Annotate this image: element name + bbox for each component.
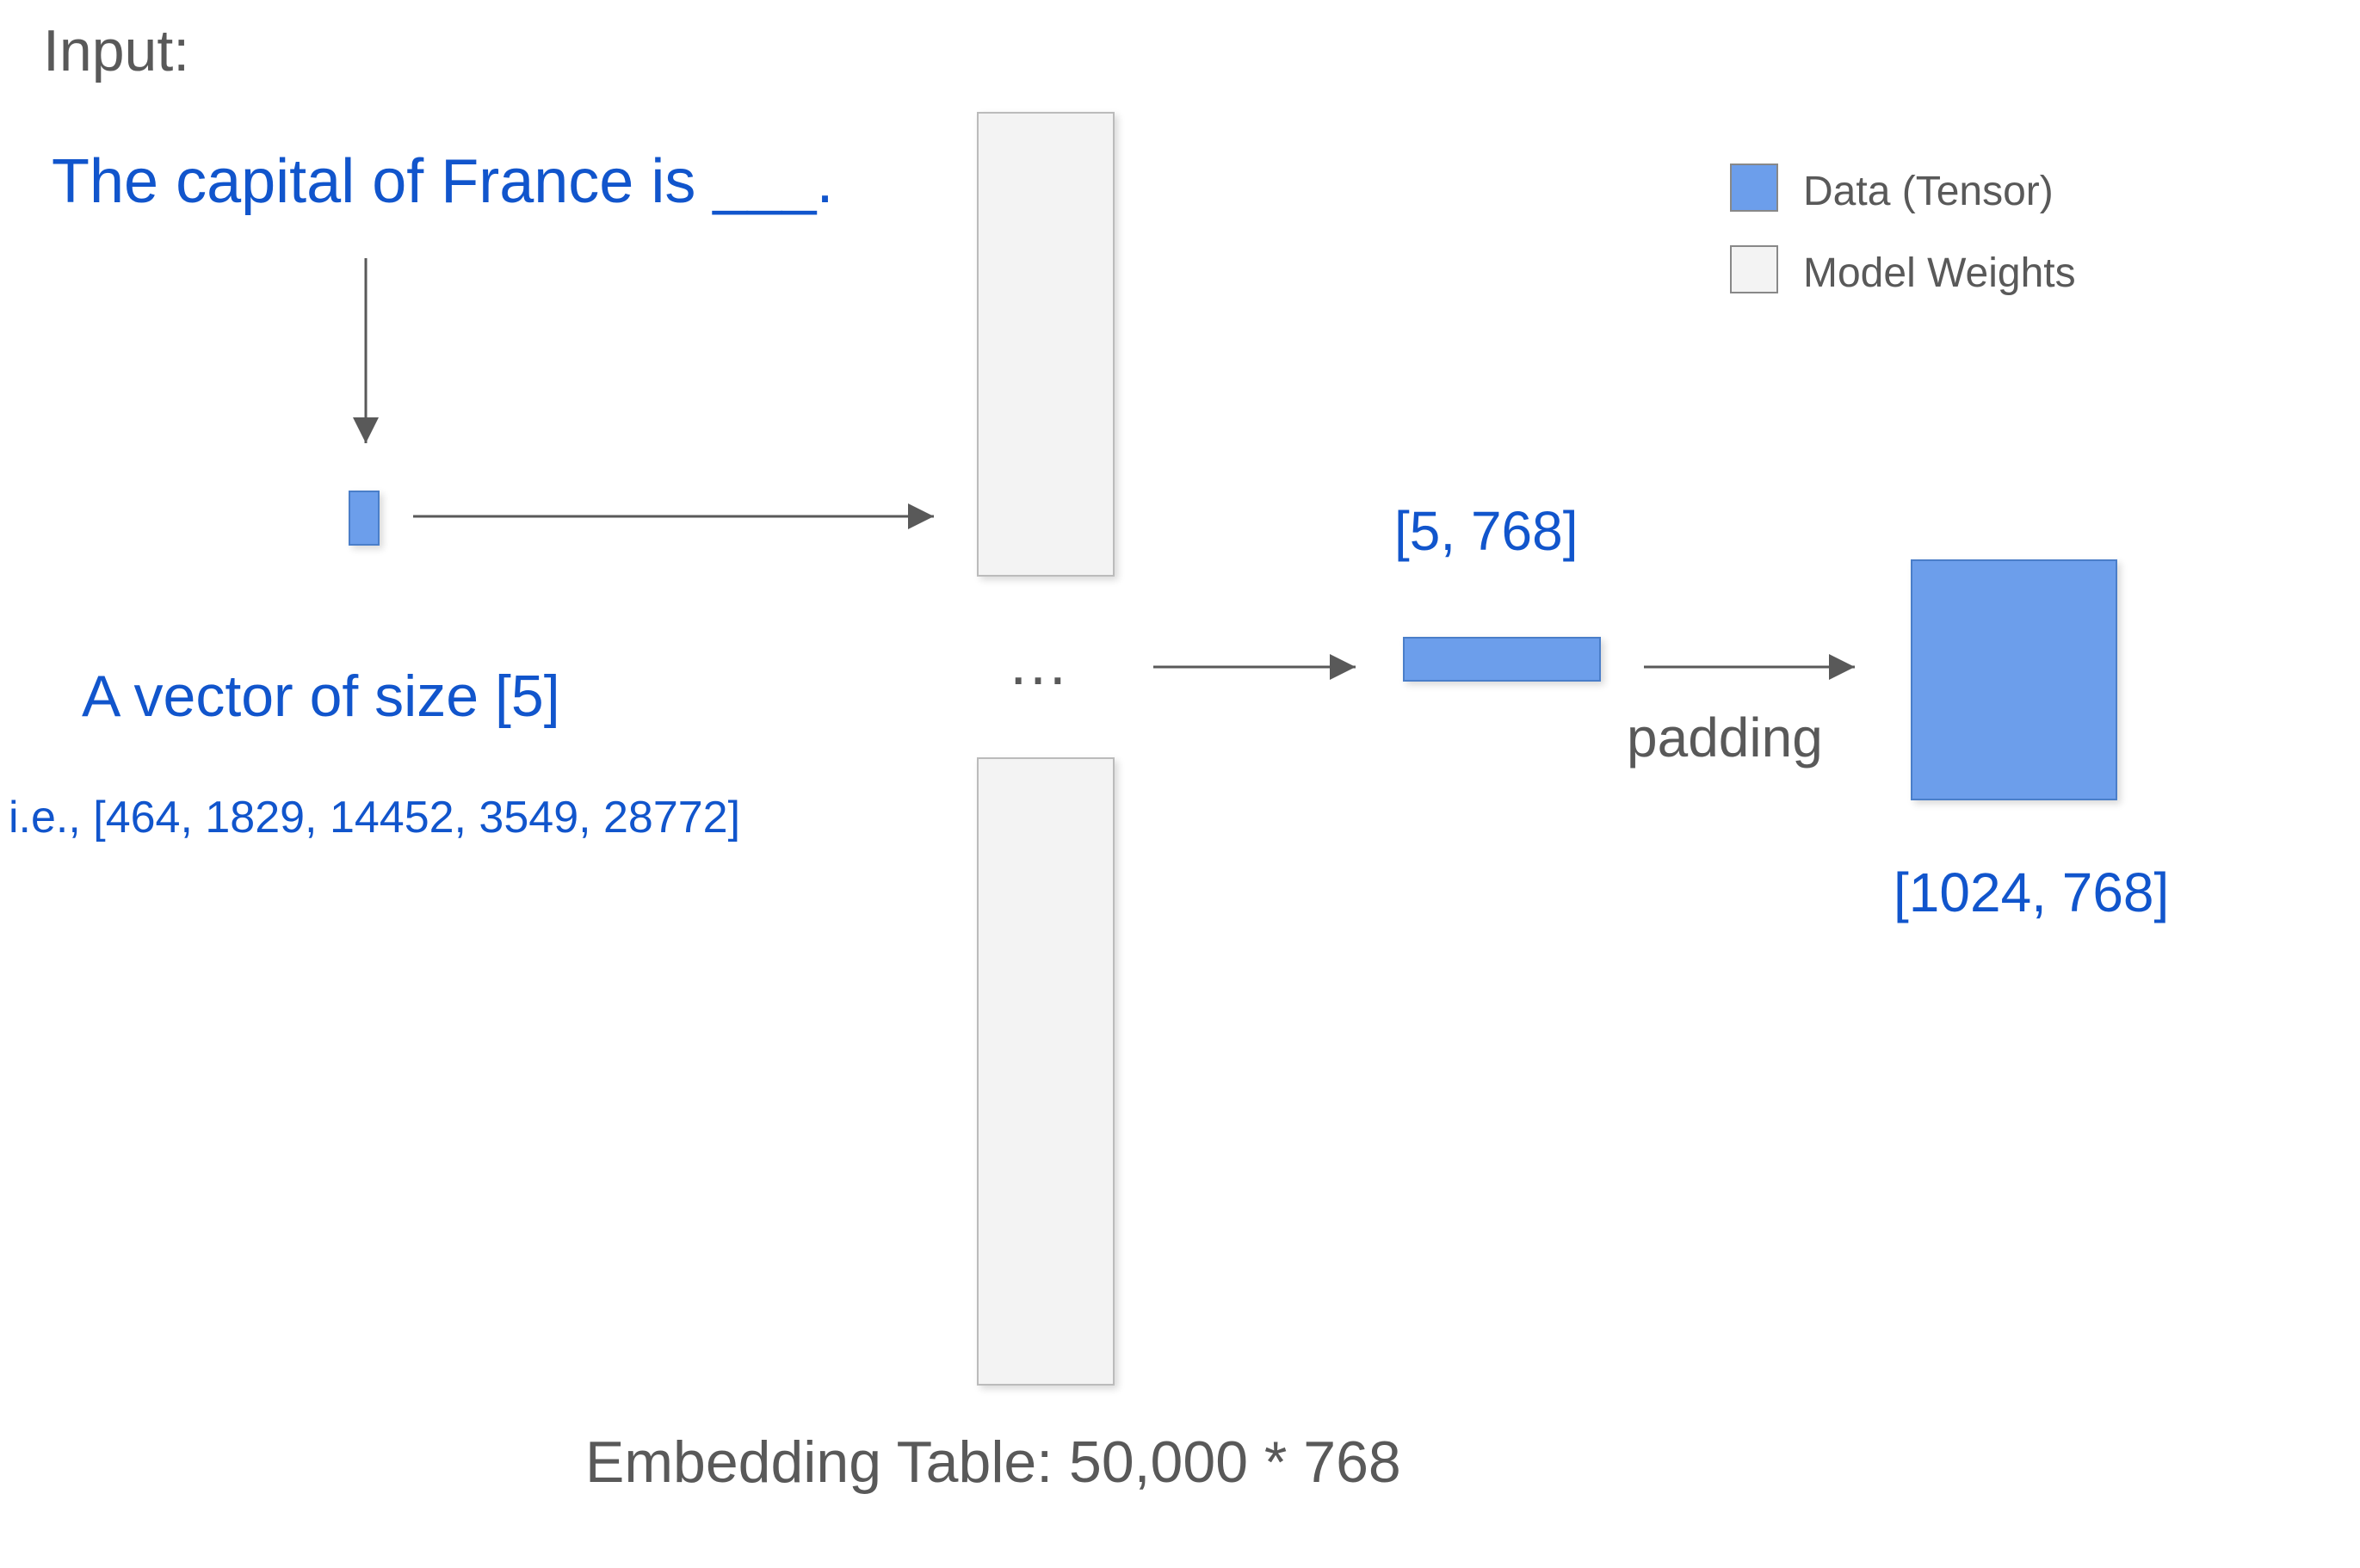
embedding-column-bottom — [977, 757, 1115, 1386]
legend-data-label: Data (Tensor) — [1803, 168, 2054, 215]
arrow-tensor-to-padded — [1644, 654, 1868, 680]
vector-example-text: i.e., [464, 1829, 14452, 3549, 28772] — [9, 792, 740, 843]
vector-box — [349, 491, 380, 546]
legend-weights-label: Model Weights — [1803, 250, 2076, 297]
tensor-5-768-box — [1403, 637, 1601, 682]
padding-label: padding — [1627, 706, 1823, 769]
input-sentence-text: The capital of France is ___. — [52, 146, 833, 217]
legend-swatch-weights — [1730, 245, 1778, 293]
arrow-sentence-to-vector — [353, 258, 379, 456]
embedding-table-caption: Embedding Table: 50,000 * 768 — [585, 1429, 1401, 1496]
tensor-1024-768-label: [1024, 768] — [1894, 861, 2169, 924]
tensor-1024-768-box — [1911, 559, 2117, 800]
embedding-ellipsis: … — [1007, 628, 1069, 699]
arrow-embedding-to-tensor — [1153, 654, 1368, 680]
input-header-label: Input: — [43, 17, 189, 84]
tensor-5-768-label: [5, 768] — [1394, 499, 1578, 563]
vector-size-label: A vector of size [5] — [82, 663, 560, 730]
arrow-vector-to-embedding — [413, 503, 947, 529]
embedding-column-top — [977, 112, 1115, 577]
legend-swatch-data — [1730, 164, 1778, 212]
